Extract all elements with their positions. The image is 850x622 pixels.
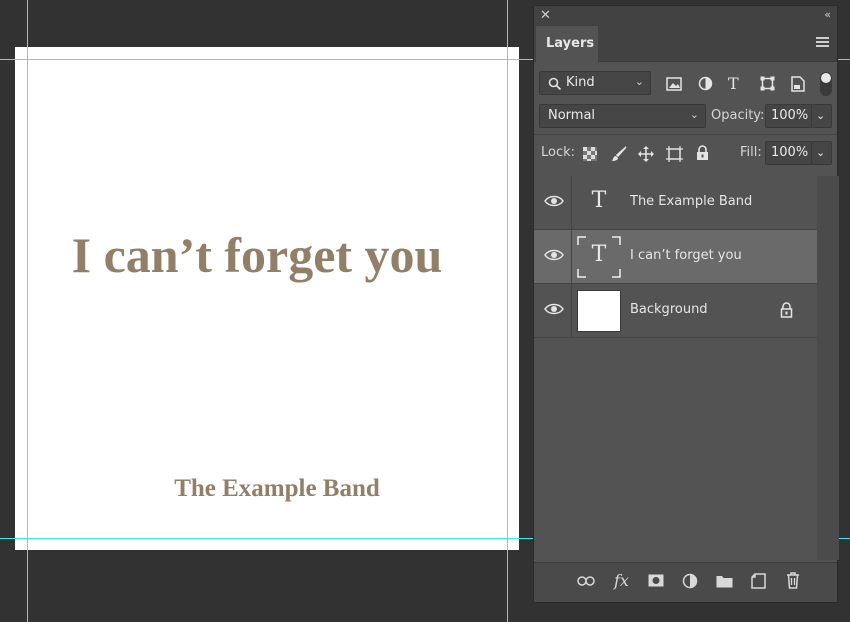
layer-thumbnail: T <box>577 236 621 278</box>
tab-layers[interactable]: Layers <box>536 26 598 62</box>
filter-kind-label: Kind <box>566 75 595 90</box>
guide-vertical-right[interactable] <box>507 0 508 622</box>
opacity-dropdown-button[interactable]: ⌄ <box>811 104 832 128</box>
fill-dropdown-button[interactable]: ⌄ <box>811 141 832 165</box>
adjustment-icon[interactable] <box>682 573 698 589</box>
layers-panel: ✕ ‹‹ Layers Kind ⌄ T Normal ⌄ Opacity: 1… <box>533 5 839 603</box>
opacity-label: Opacity: <box>711 108 765 123</box>
lock-row: Lock: Fill: 100% ⌄ <box>534 134 837 170</box>
layer-row-title[interactable]: T I can’t forget you <box>534 230 817 284</box>
lock-all-icon[interactable] <box>696 145 709 161</box>
shape-filter-icon[interactable] <box>760 76 775 91</box>
close-icon[interactable]: ✕ <box>540 8 551 23</box>
fill-value: 100% <box>771 145 809 160</box>
canvas-title-text[interactable]: I can’t forget you <box>5 230 509 280</box>
type-filter-icon[interactable]: T <box>728 74 739 93</box>
layers-bottom-bar: fx <box>534 562 837 602</box>
lock-label: Lock: <box>541 145 576 160</box>
layer-name[interactable]: I can’t forget you <box>630 248 742 263</box>
lock-icon[interactable] <box>780 302 793 318</box>
lock-artboard-icon[interactable] <box>666 146 683 162</box>
filter-row: Kind ⌄ T <box>534 62 837 98</box>
canvas-band-text[interactable]: The Example Band <box>15 476 519 501</box>
eye-icon[interactable] <box>544 302 564 316</box>
fill-label: Fill: <box>740 145 762 160</box>
blend-row: Normal ⌄ Opacity: 100% ⌄ <box>534 98 837 134</box>
layer-thumbnail: T <box>577 182 621 224</box>
adjustment-filter-icon[interactable] <box>698 76 713 91</box>
document-canvas[interactable]: I can’t forget you The Example Band <box>15 47 519 550</box>
type-layer-icon: T <box>591 188 607 213</box>
layers-list: T The Example Band T I can’t forget you … <box>534 176 817 338</box>
new-layer-icon[interactable] <box>751 573 766 589</box>
layer-row-background[interactable]: Background <box>534 284 817 338</box>
chevron-down-icon: ⌄ <box>816 146 826 159</box>
layer-divider <box>571 230 572 284</box>
panel-titlebar: ✕ ‹‹ <box>534 6 837 26</box>
lock-image-icon[interactable] <box>611 146 627 162</box>
eye-icon[interactable] <box>544 194 564 208</box>
blend-mode-label: Normal <box>548 108 596 123</box>
mask-icon[interactable] <box>648 574 664 587</box>
chevron-down-icon: ⌄ <box>634 75 644 88</box>
image-filter-icon[interactable] <box>666 77 682 91</box>
blend-mode-select[interactable]: Normal ⌄ <box>539 104 706 128</box>
collapse-panel-icon[interactable]: ‹‹ <box>824 8 831 21</box>
lock-position-icon[interactable] <box>638 146 654 162</box>
layer-name[interactable]: The Example Band <box>630 194 752 209</box>
chevron-down-icon: ⌄ <box>816 109 826 122</box>
filter-toggle-switch[interactable] <box>820 72 832 96</box>
link-icon[interactable] <box>577 576 595 586</box>
panel-menu-icon[interactable] <box>816 37 829 49</box>
layer-divider <box>571 176 572 230</box>
search-icon <box>548 77 562 91</box>
layers-scrollbar[interactable] <box>817 176 839 560</box>
layer-divider <box>571 284 572 338</box>
panel-tabbar: Layers <box>534 26 837 62</box>
guide-vertical-left[interactable] <box>27 0 28 622</box>
layer-row-band[interactable]: T The Example Band <box>534 176 817 230</box>
eye-icon[interactable] <box>544 248 564 262</box>
fill-input[interactable]: 100% <box>765 141 812 165</box>
opacity-input[interactable]: 100% <box>765 104 812 128</box>
trash-icon[interactable] <box>786 572 800 589</box>
layer-name[interactable]: Background <box>630 302 708 317</box>
opacity-value: 100% <box>771 108 809 123</box>
selection-corners-icon <box>577 236 621 278</box>
fx-icon[interactable]: fx <box>614 571 629 590</box>
chevron-down-icon: ⌄ <box>689 108 699 121</box>
lock-transparent-icon[interactable] <box>583 147 597 161</box>
folder-icon[interactable] <box>716 575 733 588</box>
layer-thumbnail-white <box>577 290 621 332</box>
filter-kind-select[interactable]: Kind ⌄ <box>539 71 651 95</box>
smart-object-filter-icon[interactable] <box>791 76 805 92</box>
